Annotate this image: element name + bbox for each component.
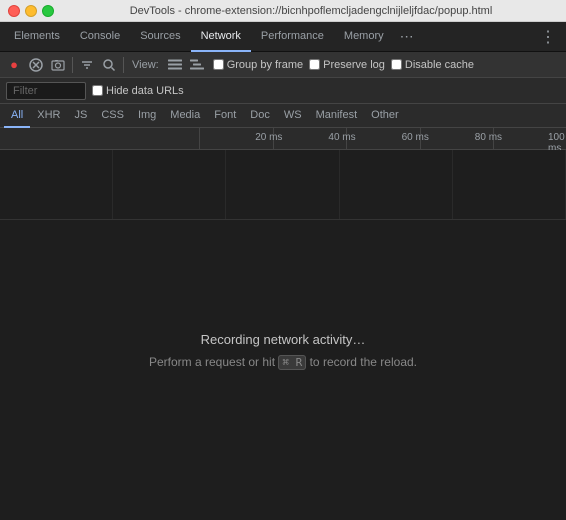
type-filter-tabs: All XHR JS CSS Img Media Font Doc WS Man…	[0, 104, 566, 128]
timeline-left-space	[0, 128, 200, 149]
more-tabs-icon[interactable]: ⋯	[394, 28, 420, 45]
tab-sources[interactable]: Sources	[130, 22, 190, 52]
timeline-ticks: 20 ms40 ms60 ms80 ms100 ms	[200, 128, 566, 149]
hint-after: to record the reload.	[306, 355, 417, 369]
tab-performance[interactable]: Performance	[251, 22, 334, 52]
devtools-menu-icon[interactable]: ⋮	[534, 27, 562, 47]
timeline-col-2	[113, 150, 226, 219]
hide-data-urls-checkbox[interactable]	[92, 85, 103, 96]
screenshot-button[interactable]	[48, 55, 68, 75]
hint-text: Perform a request or hit ⌘ R to record t…	[149, 355, 417, 369]
type-tab-doc[interactable]: Doc	[243, 104, 277, 128]
tab-network[interactable]: Network	[191, 22, 251, 52]
timeline-col-4	[340, 150, 453, 219]
window-title: DevTools - chrome-extension://bicnhpofle…	[64, 5, 558, 17]
toolbar-divider-1	[72, 57, 73, 73]
empty-state: Recording network activity… Perform a re…	[0, 220, 566, 520]
maximize-button[interactable]	[42, 5, 54, 17]
tab-elements[interactable]: Elements	[4, 22, 70, 52]
minimize-button[interactable]	[25, 5, 37, 17]
hide-data-urls-option: Hide data URLs	[92, 85, 184, 97]
keyboard-shortcut: ⌘ R	[278, 355, 306, 370]
waterfall-view-button[interactable]	[187, 55, 207, 75]
timeline-tick-label-0: 20 ms	[255, 132, 282, 143]
type-tab-all[interactable]: All	[4, 104, 30, 128]
view-label: View:	[128, 59, 163, 71]
filter-button[interactable]	[77, 55, 97, 75]
preserve-log-option: Preserve log	[309, 59, 385, 71]
timeline-columns	[0, 150, 566, 219]
main-content: ●	[0, 52, 566, 520]
view-toggle	[165, 55, 207, 75]
timeline-col-5	[453, 150, 566, 219]
network-toolbar: ●	[0, 52, 566, 78]
clear-button[interactable]	[26, 55, 46, 75]
timeline-col-3	[226, 150, 339, 219]
recording-text: Recording network activity…	[201, 332, 366, 347]
type-tab-css[interactable]: CSS	[94, 104, 131, 128]
disable-cache-option: Disable cache	[391, 59, 474, 71]
hint-before: Perform a request or hit	[149, 355, 278, 369]
type-tab-media[interactable]: Media	[163, 104, 207, 128]
type-tab-manifest[interactable]: Manifest	[309, 104, 365, 128]
type-tab-other[interactable]: Other	[364, 104, 406, 128]
list-view-button[interactable]	[165, 55, 185, 75]
tab-console[interactable]: Console	[70, 22, 130, 52]
group-by-frame-checkbox[interactable]	[213, 59, 224, 70]
type-tab-js[interactable]: JS	[67, 104, 94, 128]
titlebar: DevTools - chrome-extension://bicnhpofle…	[0, 0, 566, 22]
filter-input[interactable]	[6, 82, 86, 100]
timeline-header: 20 ms40 ms60 ms80 ms100 ms	[0, 128, 566, 150]
type-tab-img[interactable]: Img	[131, 104, 163, 128]
timeline-col-1	[0, 150, 113, 219]
type-tab-ws[interactable]: WS	[277, 104, 309, 128]
type-tab-font[interactable]: Font	[207, 104, 243, 128]
group-by-frame-label[interactable]: Group by frame	[227, 59, 303, 71]
timeline-body	[0, 150, 566, 220]
group-by-frame-option: Group by frame	[213, 59, 303, 71]
close-button[interactable]	[8, 5, 20, 17]
preserve-log-checkbox[interactable]	[309, 59, 320, 70]
preserve-log-label[interactable]: Preserve log	[323, 59, 385, 71]
search-button[interactable]	[99, 55, 119, 75]
filter-bar: Hide data URLs	[0, 78, 566, 104]
record-button[interactable]: ●	[4, 55, 24, 75]
hide-data-urls-label[interactable]: Hide data URLs	[106, 85, 184, 97]
devtools-tab-bar: Elements Console Sources Network Perform…	[0, 22, 566, 52]
tab-memory[interactable]: Memory	[334, 22, 394, 52]
timeline-tick-label-3: 80 ms	[475, 132, 502, 143]
timeline-tick-label-1: 40 ms	[328, 132, 355, 143]
disable-cache-checkbox[interactable]	[391, 59, 402, 70]
toolbar-divider-2	[123, 57, 124, 73]
timeline-tick-label-2: 60 ms	[402, 132, 429, 143]
window-controls	[8, 5, 54, 17]
type-tab-xhr[interactable]: XHR	[30, 104, 67, 128]
disable-cache-label[interactable]: Disable cache	[405, 59, 474, 71]
